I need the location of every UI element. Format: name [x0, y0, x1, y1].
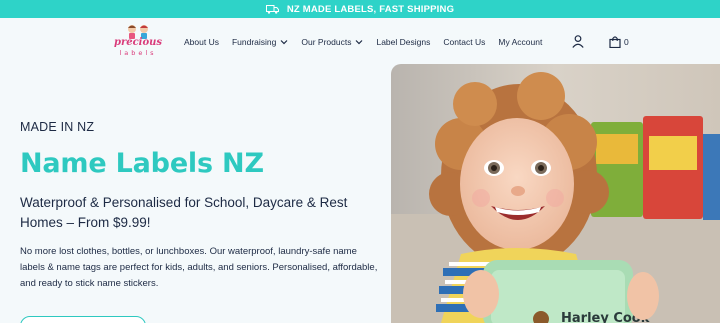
nav-contact-us[interactable]: Contact Us: [443, 37, 485, 47]
site-logo[interactable]: precious labels: [112, 24, 164, 60]
logo-word-precious: precious: [113, 37, 163, 48]
nav-label: Our Products: [301, 37, 352, 47]
announcement-text: NZ MADE LABELS, FAST SHIPPING: [286, 3, 455, 15]
main-nav: About Us Fundraising Our Products Label …: [184, 37, 555, 47]
logo-word-labels: labels: [119, 49, 157, 57]
child-with-lunchbox-illustration: Harley Cook: [391, 64, 720, 323]
nav-our-products[interactable]: Our Products: [301, 37, 363, 47]
chevron-down-icon: [280, 40, 288, 45]
nav-label-designs[interactable]: Label Designs: [376, 37, 430, 47]
nav-fundraising[interactable]: Fundraising: [232, 37, 288, 47]
hero-description: No more lost clothes, bottles, or lunchb…: [20, 246, 378, 289]
hero-subtitle: Waterproof & Personalised for School, Da…: [20, 195, 348, 230]
site-header: precious labels About Us Fundraising Our…: [0, 18, 720, 64]
nav-label: Label Designs: [376, 37, 431, 47]
nav-label: My Account: [498, 37, 543, 47]
header-icons: 0: [572, 35, 629, 48]
nav-my-account[interactable]: My Account: [498, 37, 542, 47]
announcement-bar: NZ MADE LABELS, FAST SHIPPING: [0, 0, 720, 18]
hero-content: MADE IN NZ Name Labels NZ Waterproof & P…: [20, 120, 380, 292]
nav-label: About Us: [184, 37, 219, 47]
truck-icon: [265, 4, 279, 14]
nav-about-us[interactable]: About Us: [184, 37, 219, 47]
hero-eyebrow: MADE IN NZ: [20, 120, 95, 134]
shopping-bag-icon[interactable]: [609, 35, 621, 48]
user-icon[interactable]: [572, 35, 584, 48]
hero-image: Harley Cook: [391, 64, 720, 323]
chevron-down-icon: [356, 40, 363, 45]
hero-cta-button[interactable]: [20, 316, 146, 323]
hero-title: Name Labels NZ: [20, 148, 264, 179]
cart-count: 0: [624, 36, 629, 47]
nav-label: Fundraising: [231, 37, 277, 47]
nav-label: Contact Us: [443, 37, 486, 47]
